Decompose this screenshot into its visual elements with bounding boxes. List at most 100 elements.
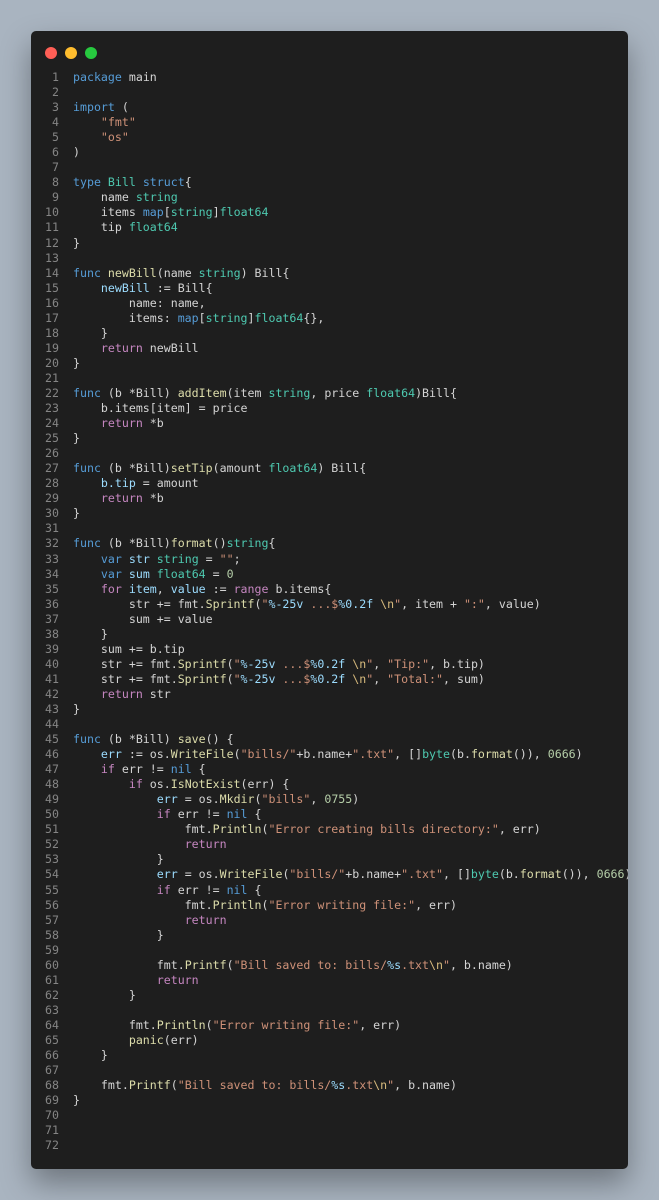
code-line: 16 name: name, (31, 296, 628, 311)
code-token: *b (142, 491, 164, 506)
line-number: 45 (45, 732, 59, 747)
code-token: byte (422, 747, 450, 762)
code-token: } (73, 1048, 108, 1063)
line-number: 19 (45, 340, 59, 355)
line-code: return (73, 913, 227, 928)
code-line: 1 package main (31, 70, 628, 85)
line-number: 25 (45, 431, 59, 446)
code-token: "bills" (261, 792, 311, 807)
line-number: 56 (45, 897, 59, 912)
code-editor[interactable]: 1 package main 2 3 import (4 "fmt" 5 "os" 6) 7 8… (31, 70, 628, 1153)
line-number: 10 (45, 205, 59, 220)
code-line: 62 } (31, 988, 628, 1003)
code-token: { (247, 807, 262, 822)
line-code: } (73, 852, 164, 867)
code-line: 32 func (b *Bill)format()string{ (31, 536, 628, 551)
code-token: %-25v (240, 656, 276, 671)
line-number: 31 (45, 521, 59, 536)
code-line: 52 return (31, 837, 628, 852)
code-token: nil (226, 882, 248, 897)
code-token: } (73, 626, 108, 641)
code-token: newBill (142, 340, 199, 355)
code-token: , [] (394, 747, 423, 762)
line-number: 8 (52, 175, 59, 190)
code-line: 45 func (b *Bill) save() { (31, 732, 628, 747)
code-token: nil (170, 762, 192, 777)
line-number: 28 (45, 476, 59, 491)
code-line: 57 return (31, 913, 628, 928)
code-token: %-25v (268, 596, 304, 611)
code-token: WriteFile (219, 867, 283, 882)
code-token: \n (352, 671, 367, 686)
code-token: "" (219, 551, 234, 566)
close-window-button[interactable] (45, 47, 57, 59)
line-code: if err != nil { (73, 807, 262, 822)
code-line: 56 fmt.Println("Error writing file:", er… (31, 898, 628, 913)
line-number: 14 (45, 265, 59, 280)
line-number: 46 (45, 747, 59, 762)
line-number: 49 (45, 792, 59, 807)
line-number: 4 (52, 115, 59, 130)
code-token: str += fmt. (73, 596, 206, 611)
code-token: struct (142, 175, 185, 190)
line-number: 38 (45, 626, 59, 641)
code-line: 28 b.tip = amount (31, 476, 628, 491)
code-line: 5 "os" (31, 130, 628, 145)
code-token: } (73, 325, 108, 340)
code-token: , (156, 581, 171, 596)
code-token: } (73, 355, 80, 370)
line-code: fmt.Println("Error writing file:", err) (73, 1018, 401, 1033)
code-line: 40 str += fmt.Sprintf("%-25v ...$%0.2f \… (31, 657, 628, 672)
maximize-window-button[interactable] (85, 47, 97, 59)
line-code: str += fmt.Sprintf("%-25v ...$%0.2f \n",… (73, 597, 541, 612)
code-token: func (73, 265, 101, 280)
code-line: 66 } (31, 1048, 628, 1063)
code-token: package (73, 70, 122, 84)
code-line: 69} (31, 1093, 628, 1108)
line-code: } (73, 627, 108, 642)
line-code: sum += value (73, 612, 213, 627)
line-code: var sum float64 = 0 (73, 567, 234, 582)
code-token: format (470, 747, 513, 762)
line-number: 44 (45, 717, 59, 732)
code-token: err (100, 747, 122, 762)
code-line: 60 fmt.Printf("Bill saved to: bills/%s.t… (31, 958, 628, 973)
line-number: 71 (45, 1123, 59, 1138)
code-token: 0755 (324, 792, 353, 807)
code-token: float64 (219, 205, 269, 220)
code-line: 24 return *b (31, 416, 628, 431)
line-code: } (73, 928, 164, 943)
code-token: ( (170, 1078, 178, 1093)
code-line: 14 func newBill(name string) Bill{ (31, 266, 628, 281)
code-token: } (73, 852, 164, 867)
code-token: ( (233, 747, 241, 762)
code-token: name: name, (73, 295, 206, 310)
line-code: func (b *Bill) save() { (73, 732, 234, 747)
code-line: 55 if err != nil { (31, 883, 628, 898)
code-token: "bills/" (289, 867, 346, 882)
code-token: "Total:" (387, 671, 444, 686)
code-token: map (177, 310, 199, 325)
code-line: 42 return str (31, 687, 628, 702)
code-token: := os. (121, 747, 171, 762)
line-code: } (73, 1048, 108, 1063)
code-token: , (373, 656, 388, 671)
line-number: 24 (45, 416, 59, 431)
code-line: 43} (31, 702, 628, 717)
code-token: , item + (401, 596, 464, 611)
code-line: 48 if os.IsNotExist(err) { (31, 777, 628, 792)
minimize-window-button[interactable] (65, 47, 77, 59)
code-token: newBill (107, 265, 157, 280)
code-token: (name (156, 265, 199, 280)
line-code: fmt.Println("Error writing file:", err) (73, 898, 457, 913)
line-code: sum += b.tip (73, 642, 185, 657)
code-token: ) Bill{ (240, 265, 290, 280)
line-number: 50 (45, 807, 59, 822)
code-token: )Bill{ (415, 385, 457, 400)
code-token: value (170, 581, 206, 596)
